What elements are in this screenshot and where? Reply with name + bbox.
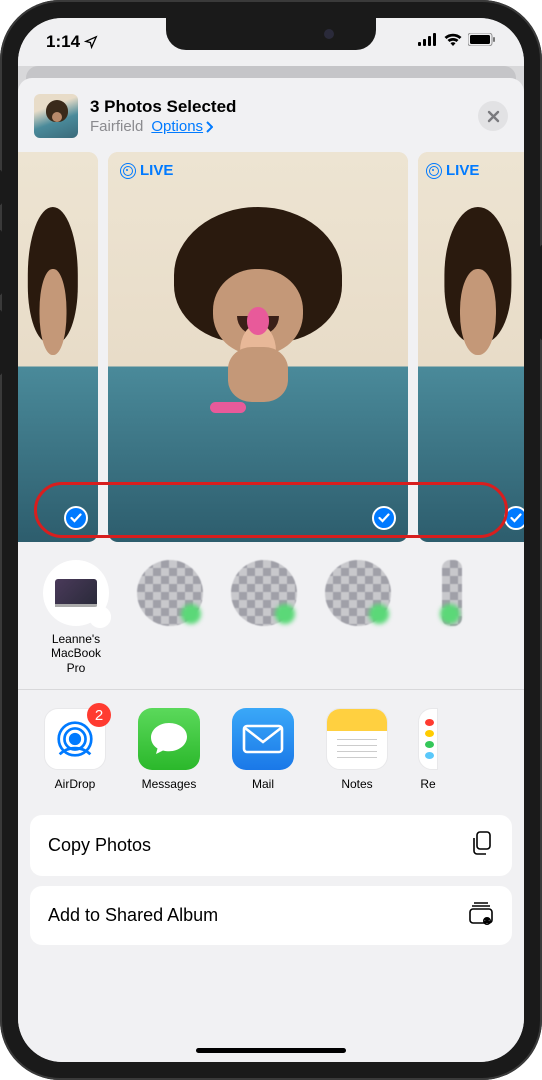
messages-icon xyxy=(138,708,200,770)
app-label: Messages xyxy=(142,777,197,791)
photo-thumbnail[interactable] xyxy=(18,152,98,542)
status-time: 1:14 xyxy=(46,32,98,52)
photo-thumbnail[interactable]: LIVE xyxy=(418,152,524,542)
screen: 1:14 xyxy=(18,18,524,1062)
action-label: Copy Photos xyxy=(48,835,151,856)
share-header: 3 Photos Selected Fairfield Options xyxy=(18,78,524,152)
app-reminders[interactable]: Re xyxy=(418,708,438,791)
notes-icon xyxy=(326,708,388,770)
share-sheet: 3 Photos Selected Fairfield Options xyxy=(18,78,524,1062)
selection-check-icon[interactable] xyxy=(64,506,88,530)
live-label: LIVE xyxy=(446,162,479,179)
photo-thumbnail[interactable]: LIVE xyxy=(108,152,408,542)
contact-avatar-blurred xyxy=(325,560,391,626)
live-label: LIVE xyxy=(140,162,173,179)
close-button[interactable] xyxy=(478,101,508,131)
volume-down-button xyxy=(0,310,2,375)
photo-row: LIVE LIVE xyxy=(18,152,524,542)
contact-avatar-blurred xyxy=(442,560,462,626)
live-icon xyxy=(426,163,442,179)
photo-content xyxy=(418,152,524,542)
action-list: Copy Photos xyxy=(30,815,512,876)
live-icon xyxy=(120,163,136,179)
device-avatar xyxy=(43,560,109,626)
close-icon xyxy=(487,110,500,123)
app-label: Notes xyxy=(341,777,372,791)
location-label: Fairfield xyxy=(90,118,143,135)
header-subtitle: Fairfield Options xyxy=(90,118,466,135)
time-text: 1:14 xyxy=(46,32,80,52)
action-add-shared-album[interactable]: Add to Shared Album xyxy=(30,886,512,945)
action-label: Add to Shared Album xyxy=(48,905,218,926)
airdrop-targets-row[interactable]: Leanne's MacBook Pro xyxy=(18,542,524,689)
status-icons xyxy=(418,33,496,51)
photo-content xyxy=(18,152,98,542)
live-badge: LIVE xyxy=(120,162,173,179)
home-indicator[interactable] xyxy=(196,1048,346,1053)
airdrop-target-label: Leanne's MacBook Pro xyxy=(40,632,112,675)
options-label: Options xyxy=(151,118,203,135)
location-icon xyxy=(84,35,98,49)
reminders-icon xyxy=(418,708,438,770)
shared-album-icon xyxy=(468,901,494,930)
wifi-icon xyxy=(444,33,462,51)
copy-icon xyxy=(470,830,494,861)
action-copy-photos[interactable]: Copy Photos xyxy=(30,815,512,876)
live-badge: LIVE xyxy=(426,162,479,179)
app-mail[interactable]: Mail xyxy=(230,708,296,791)
airdrop-target-contact[interactable] xyxy=(134,560,206,675)
chevron-right-icon xyxy=(205,121,213,133)
macbook-icon xyxy=(55,579,97,607)
notch xyxy=(166,18,376,50)
cellular-icon xyxy=(418,33,438,51)
share-apps-row[interactable]: 2 AirDrop Messages Mail xyxy=(18,690,524,805)
notification-badge: 2 xyxy=(87,703,111,727)
app-notes[interactable]: Notes xyxy=(324,708,390,791)
volume-up-button xyxy=(0,230,2,295)
selection-title: 3 Photos Selected xyxy=(90,97,466,117)
header-text: 3 Photos Selected Fairfield Options xyxy=(90,97,466,135)
app-label: AirDrop xyxy=(55,777,96,791)
airdrop-target-contact[interactable] xyxy=(416,560,488,675)
selection-check-icon[interactable] xyxy=(372,506,396,530)
header-thumbnail xyxy=(34,94,78,138)
silent-switch xyxy=(0,170,2,205)
options-link[interactable]: Options xyxy=(151,118,213,135)
airdrop-badge-icon xyxy=(89,606,111,628)
photo-content xyxy=(108,152,408,542)
battery-icon xyxy=(468,33,496,51)
app-label: Mail xyxy=(252,777,274,791)
airdrop-target-contact[interactable] xyxy=(322,560,394,675)
app-label: Re xyxy=(420,777,435,791)
app-messages[interactable]: Messages xyxy=(136,708,202,791)
selection-check-icon[interactable] xyxy=(504,506,524,530)
airdrop-target-macbook[interactable]: Leanne's MacBook Pro xyxy=(40,560,112,675)
app-airdrop[interactable]: 2 AirDrop xyxy=(42,708,108,791)
action-list: Add to Shared Album xyxy=(30,886,512,945)
airdrop-target-contact[interactable] xyxy=(228,560,300,675)
contact-avatar-blurred xyxy=(231,560,297,626)
airdrop-icon: 2 xyxy=(44,708,106,770)
mail-icon xyxy=(232,708,294,770)
contact-avatar-blurred xyxy=(137,560,203,626)
photo-strip[interactable]: LIVE LIVE xyxy=(18,152,524,542)
phone-frame: 1:14 xyxy=(0,0,542,1080)
